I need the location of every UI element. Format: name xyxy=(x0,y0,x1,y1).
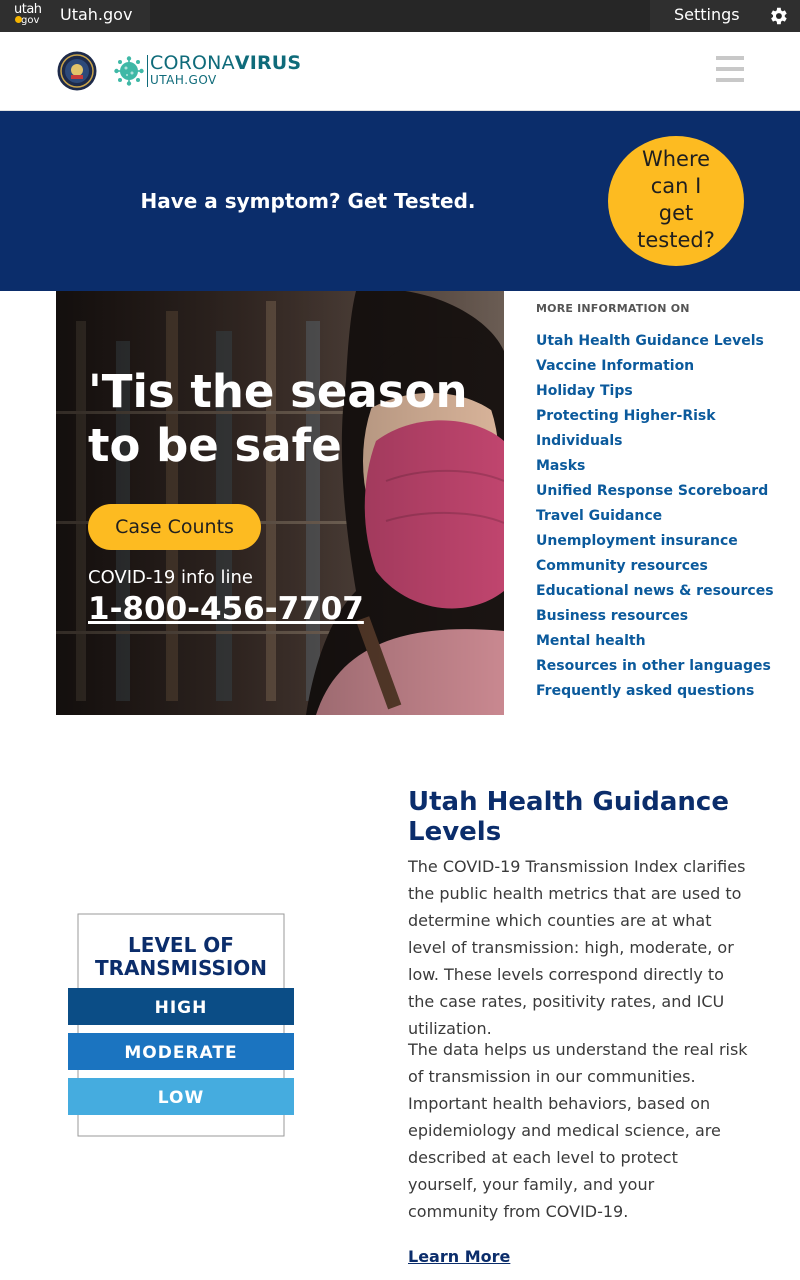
link-business[interactable]: Business resources xyxy=(536,604,776,629)
coronavirus-icon xyxy=(114,56,144,86)
link-unemployment[interactable]: Unemployment insurance xyxy=(536,529,776,554)
link-mental-health[interactable]: Mental health xyxy=(536,629,776,654)
level-low-label: LOW xyxy=(158,1088,204,1108)
site-header: CORONAVIRUS UTAH.GOV xyxy=(0,32,800,111)
brand-divider xyxy=(147,55,148,87)
link-faq[interactable]: Frequently asked questions xyxy=(536,679,776,704)
hero-title-line: to be safe xyxy=(88,419,342,472)
info-line-phone-link[interactable]: 1-800-456-7707 xyxy=(88,591,364,627)
link-vaccine-information[interactable]: Vaccine Information xyxy=(536,354,776,379)
level-high-label: HIGH xyxy=(155,998,208,1018)
gear-icon[interactable] xyxy=(767,5,789,27)
guidance-paragraph: The COVID-19 Transmission Index clarifie… xyxy=(408,857,746,1038)
test-button-line: tested? xyxy=(637,228,715,252)
link-other-languages[interactable]: Resources in other languages xyxy=(536,654,776,679)
utah-state-seal-icon[interactable] xyxy=(57,51,97,91)
level-moderate-label: MODERATE xyxy=(124,1043,237,1063)
more-info-heading: MORE INFORMATION ON xyxy=(536,302,690,315)
link-masks[interactable]: Masks xyxy=(536,454,776,479)
logo-dot-icon xyxy=(15,16,22,23)
hero-section: 'Tis the season to be safe Case Counts C… xyxy=(56,291,504,715)
where-to-get-tested-button[interactable]: Where can I get tested? xyxy=(608,136,744,266)
link-health-guidance-levels[interactable]: Utah Health Guidance Levels xyxy=(536,329,776,354)
brand-subtitle: UTAH.GOV xyxy=(150,73,217,87)
logo-text-top: utah xyxy=(14,2,42,17)
hero-title: 'Tis the season to be safe xyxy=(88,365,468,473)
menu-icon[interactable] xyxy=(716,56,744,82)
guidance-title: Utah Health Guidance Levels xyxy=(408,787,729,847)
graphic-title-line1: LEVEL OF xyxy=(128,933,234,957)
link-higher-risk-cont[interactable]: Individuals xyxy=(536,429,776,454)
case-counts-button[interactable]: Case Counts xyxy=(88,504,261,550)
learn-more-link[interactable]: Learn More xyxy=(408,1247,510,1266)
brand-title: CORONAVIRUS xyxy=(150,53,301,73)
utah-gov-logo[interactable]: utah gov xyxy=(14,2,44,28)
graphic-title-line2: TRANSMISSION xyxy=(95,956,267,980)
more-info-links: Utah Health Guidance Levels Vaccine Info… xyxy=(536,329,776,704)
link-higher-risk[interactable]: Protecting Higher-Risk xyxy=(536,404,776,429)
guidance-paragraph: The data helps us understand the real ri… xyxy=(408,1040,748,1221)
utility-bar: utah gov Utah.gov Settings xyxy=(0,0,800,32)
hero-title-line: 'Tis the season xyxy=(88,365,468,418)
test-button-line: Where xyxy=(641,147,711,171)
link-holiday-tips[interactable]: Holiday Tips xyxy=(536,379,776,404)
link-community-resources[interactable]: Community resources xyxy=(536,554,776,579)
info-line-label: COVID-19 info line xyxy=(88,567,253,588)
test-button-line: get xyxy=(658,201,694,225)
test-button-line: can I xyxy=(650,174,702,198)
testing-banner: Have a symptom? Get Tested. Where can I … xyxy=(0,111,800,291)
hero-photo xyxy=(56,291,504,715)
utah-gov-link[interactable]: Utah.gov xyxy=(60,5,132,24)
brand-title-bold: VIRUS xyxy=(234,52,302,74)
transmission-level-graphic: LEVEL OF TRANSMISSION HIGH MODERATE LOW xyxy=(68,913,294,1137)
banner-text: Have a symptom? Get Tested. xyxy=(140,189,476,213)
brand-title-light: CORONA xyxy=(150,52,235,74)
link-educational[interactable]: Educational news & resources xyxy=(536,579,776,604)
coronavirus-utah-logo[interactable]: CORONAVIRUS UTAH.GOV xyxy=(150,53,301,87)
settings-button[interactable]: Settings xyxy=(674,5,740,24)
link-scoreboard[interactable]: Unified Response Scoreboard xyxy=(536,479,776,504)
link-travel-guidance[interactable]: Travel Guidance xyxy=(536,504,776,529)
